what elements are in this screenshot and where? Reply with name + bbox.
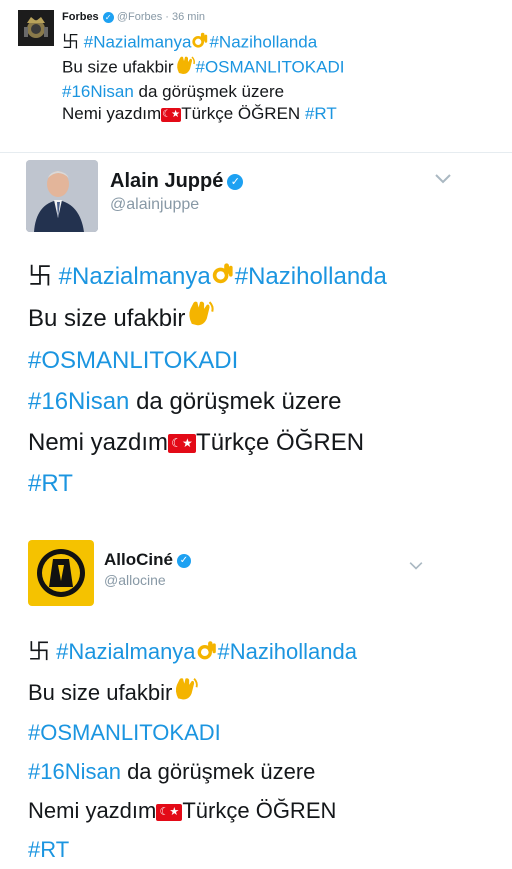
forbes-header: Forbes ✓ @Forbes · 36 min [62, 11, 205, 23]
hashtag-osmanlitokadi[interactable]: #OSMANLITOKADI [28, 347, 238, 374]
juppe-name[interactable]: Alain Juppé [110, 170, 223, 192]
tweet-line: Nemi yazdım☾★Türkçe ÖĞREN #RT [62, 103, 344, 125]
tweet-line: Bu size ufakbir #OSMANLITOKADI [62, 55, 344, 81]
forbes-avatar[interactable] [18, 10, 54, 46]
chevron-down-icon [435, 174, 451, 184]
allocine-name[interactable]: AlloCiné [104, 550, 173, 569]
juppe-user-info: Alain Juppé ✓ @alainjuppe [110, 170, 244, 214]
allocine-user-info: AlloCiné ✓ @allocine [104, 550, 191, 588]
allocine-handle[interactable]: @allocine [104, 572, 191, 588]
tweet-text-segment: Türkçe ÖĞREN [196, 429, 365, 457]
turkey-flag-icon: ☾★ [168, 434, 197, 454]
forbes-name[interactable]: Forbes [62, 11, 99, 23]
forbes-time[interactable]: · 36 min [165, 11, 205, 23]
hashtag-nazihollanda[interactable]: #Nazihollanda [235, 263, 387, 290]
tweet-line: #16Nisan da görüşmek üzere [62, 81, 344, 103]
tweet-line: #16Nisan da görüşmek üzere [28, 381, 387, 422]
hashtag-16nisan[interactable]: #16Nisan [62, 82, 134, 101]
juppe-tweet-text: 卐 #Nazialmanya #Nazihollanda Bu size ufak… [28, 256, 387, 504]
turkey-flag-icon: ☾★ [156, 804, 183, 822]
verified-badge-icon: ✓ [176, 554, 191, 568]
tweet-line: Bu size ufakbir [28, 673, 357, 714]
tweet-line: 卐 #Nazialmanya #Nazihollanda [62, 31, 344, 55]
hashtag-rt[interactable]: #RT [28, 837, 69, 862]
tweet-line: 卐 #Nazialmanya #Nazihollanda [28, 256, 387, 298]
tweet-text-segment: Nemi yazdım [28, 429, 169, 457]
hashtag-16nisan[interactable]: #16Nisan [28, 759, 121, 784]
tweet-text-segment: Bu size ufakbir [62, 57, 174, 77]
swastika-symbol: 卐 [28, 263, 52, 290]
hashtag-nazialmanya[interactable]: #Nazialmanya [56, 639, 195, 664]
chevron-down-icon [409, 562, 423, 570]
tweet-line: Bu size ufakbir [28, 298, 387, 340]
tweet-line: #RT [28, 463, 387, 504]
hashtag-nazialmanya[interactable]: #Nazialmanya [84, 32, 192, 51]
turkey-flag-icon: ☾★ [161, 107, 182, 122]
juppe-avatar[interactable] [26, 160, 98, 232]
waving-hand-emoji-icon [174, 55, 196, 81]
hashtag-nazialmanya[interactable]: #Nazialmanya [59, 263, 211, 290]
divider [0, 152, 512, 153]
tweet-text-segment: da görüşmek üzere [120, 759, 316, 785]
hashtag-rt[interactable]: #RT [28, 470, 73, 497]
juppe-menu-button[interactable] [434, 172, 452, 190]
hashtag-rt[interactable]: #RT [305, 104, 337, 123]
swastika-symbol: 卐 [62, 32, 79, 52]
tweet-line: #16Nisan da görüşmek üzere [28, 752, 357, 791]
hashtag-nazihollanda[interactable]: #Nazihollanda [218, 639, 357, 664]
waving-hand-emoji-icon [185, 299, 215, 340]
hashtag-16nisan[interactable]: #16Nisan [28, 388, 129, 415]
ok-hand-emoji-icon [211, 257, 235, 298]
hashtag-osmanlitokadi[interactable]: #OSMANLITOKADI [28, 720, 221, 745]
tweet-line: #OSMANLITOKADI [28, 340, 387, 381]
tweet-text-segment: Türkçe ÖĞREN [182, 798, 337, 824]
tweet-line: 卐 #Nazialmanya #Nazihollanda [28, 632, 357, 673]
hashtag-osmanlitokadi[interactable]: #OSMANLITOKADI [196, 57, 345, 76]
tweet-line: Nemi yazdım ☾★ Türkçe ÖĞREN [28, 791, 357, 830]
tweet-text-segment: Türkçe ÖĞREN [181, 104, 305, 123]
tweet-line: #OSMANLITOKADI [28, 713, 357, 752]
person-photo-icon [26, 160, 98, 232]
ok-hand-emoji-icon [196, 634, 218, 673]
allocine-logo-icon [37, 549, 85, 597]
tweet-line: Nemi yazdım ☾★ Türkçe ÖĞREN [28, 422, 387, 463]
allocine-tweet-text: 卐 #Nazialmanya #Nazihollanda Bu size ufak… [28, 632, 357, 869]
tweet-text-segment: Bu size ufakbir [28, 679, 173, 705]
ok-hand-emoji-icon [191, 31, 209, 55]
tweet-text-segment: Bu size ufakbir [28, 305, 186, 333]
swastika-symbol: 卐 [28, 639, 51, 664]
tweet-line: #RT [28, 830, 357, 869]
forbes-tweet-text: 卐 #Nazialmanya #Nazihollanda Bu size ufak… [62, 31, 344, 125]
hashtag-nazihollanda[interactable]: #Nazihollanda [209, 32, 317, 51]
allocine-avatar[interactable] [28, 540, 94, 606]
verified-badge-icon: ✓ [102, 12, 114, 23]
juppe-handle[interactable]: @alainjuppe [110, 196, 243, 214]
forbes-handle[interactable]: @Forbes [117, 11, 162, 23]
ottoman-emblem-icon [24, 17, 48, 38]
tweet-text-segment: Nemi yazdım [28, 798, 157, 824]
tweet-text-segment: da görüşmek üzere [129, 388, 342, 416]
verified-badge-icon: ✓ [227, 174, 244, 190]
allocine-menu-button[interactable] [408, 558, 424, 576]
tweet-text-segment: Nemi yazdım [62, 104, 162, 123]
waving-hand-emoji-icon [172, 674, 199, 713]
tweet-text-segment: da görüşmek üzere [133, 82, 285, 101]
